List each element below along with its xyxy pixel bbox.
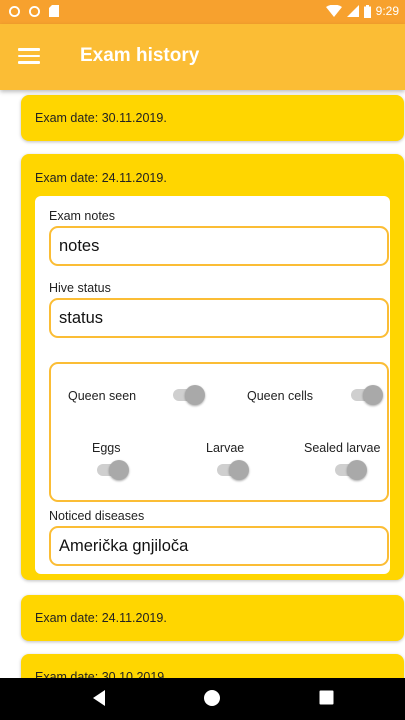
exam-card-expanded[interactable]: Exam date: 24.11.2019. Exam notes notes … bbox=[21, 154, 404, 580]
exam-date-label: Exam date: 30.11.2019. bbox=[35, 111, 167, 125]
sealed-larvae-label: Sealed larvae bbox=[304, 441, 381, 455]
queen-seen-label: Queen seen bbox=[68, 389, 137, 403]
queen-cells-switch[interactable] bbox=[349, 385, 383, 405]
hive-checks-box: Queen seen Queen cells Eggs Larvae Seale… bbox=[49, 362, 389, 502]
app-bar: Exam history bbox=[0, 24, 405, 90]
wifi-icon bbox=[325, 5, 342, 17]
signal-icon bbox=[346, 5, 359, 17]
exam-card[interactable]: Exam date: 24.11.2019. bbox=[21, 595, 404, 641]
exam-date-label: Exam date: 30.10.2019. bbox=[35, 670, 168, 678]
status-bar: 9:29 bbox=[0, 0, 405, 24]
exam-date-label: Exam date: 24.11.2019. bbox=[35, 611, 167, 625]
eggs-switch[interactable] bbox=[95, 460, 129, 480]
exam-card[interactable]: Exam date: 30.11.2019. bbox=[21, 95, 404, 141]
notification-icon bbox=[9, 5, 20, 17]
noticed-diseases-field[interactable]: Američka gnjiloča bbox=[49, 526, 389, 566]
exam-history-list[interactable]: Exam date: 30.11.2019. Exam date: 24.11.… bbox=[0, 90, 405, 678]
exam-notes-field[interactable]: notes bbox=[49, 226, 389, 266]
notification-icon bbox=[29, 5, 40, 17]
battery-icon bbox=[363, 4, 371, 18]
hive-status-label: Hive status bbox=[49, 281, 111, 295]
sd-card-icon bbox=[49, 5, 59, 17]
status-time: 9:29 bbox=[375, 4, 399, 18]
exam-card[interactable]: Exam date: 30.10.2019. bbox=[21, 654, 404, 678]
exam-date-label: Exam date: 24.11.2019. bbox=[35, 171, 167, 185]
back-icon[interactable] bbox=[91, 689, 107, 707]
hamburger-menu-icon[interactable] bbox=[18, 45, 40, 69]
page-title: Exam history bbox=[80, 45, 200, 66]
exam-details-panel: Exam notes notes Hive status status Quee… bbox=[35, 196, 390, 574]
noticed-diseases-label: Noticed diseases bbox=[49, 509, 145, 523]
queen-seen-switch[interactable] bbox=[171, 385, 205, 405]
larvae-label: Larvae bbox=[206, 441, 245, 455]
recents-icon[interactable] bbox=[319, 690, 334, 705]
exam-notes-label: Exam notes bbox=[49, 209, 116, 223]
navigation-bar bbox=[0, 678, 405, 720]
sealed-larvae-switch[interactable] bbox=[333, 460, 367, 480]
home-icon[interactable] bbox=[203, 689, 221, 707]
queen-cells-label: Queen cells bbox=[247, 389, 314, 403]
hive-status-field[interactable]: status bbox=[49, 298, 389, 338]
larvae-switch[interactable] bbox=[215, 460, 249, 480]
eggs-label: Eggs bbox=[92, 441, 121, 455]
